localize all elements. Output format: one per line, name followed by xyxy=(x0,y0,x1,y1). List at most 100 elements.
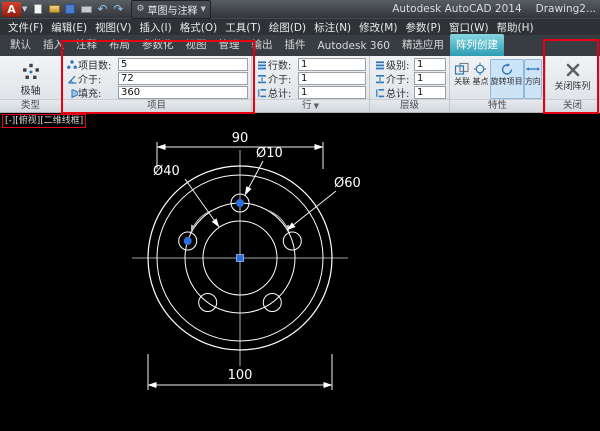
chevron-down-icon: ▼ xyxy=(22,5,28,13)
menu-modify[interactable]: 修改(M) xyxy=(355,20,401,35)
autocad-window: A ▼ ↶ ↷ ⚙ 草图与注释 ▼ Autodesk AutoCAD 2014 D… xyxy=(0,0,600,431)
panel-label-type[interactable]: 类型 xyxy=(0,99,61,112)
new-file-button[interactable] xyxy=(31,2,45,16)
fill-angle-icon xyxy=(65,87,78,99)
tab-insert[interactable]: 插入 xyxy=(37,34,70,56)
printer-icon xyxy=(80,5,92,13)
level-count-icon xyxy=(373,59,386,71)
panel-rows: 行数: 介于: 总计: 行▼ xyxy=(252,56,370,112)
menu-draw[interactable]: 绘图(D) xyxy=(265,20,310,35)
panel-label-items[interactable]: 项目 xyxy=(62,99,251,112)
rotate-items-button[interactable]: 旋转项目 xyxy=(489,59,524,99)
title-bar: A ▼ ↶ ↷ ⚙ 草图与注释 ▼ Autodesk AutoCAD 2014 D… xyxy=(0,0,600,19)
tab-plugins[interactable]: 插件 xyxy=(279,34,312,56)
tab-manage[interactable]: 管理 xyxy=(213,34,246,56)
panel-type: 极轴 类型 xyxy=(0,56,62,112)
center-grip[interactable] xyxy=(236,254,244,262)
panel-label-levels[interactable]: 层级 xyxy=(370,99,449,112)
open-file-button[interactable] xyxy=(47,2,61,16)
ribbon: 极轴 类型 项目数: 介于: xyxy=(0,56,600,113)
tab-featured-apps[interactable]: 精选应用 xyxy=(396,34,450,56)
chevron-down-icon: ▼ xyxy=(313,102,319,110)
redo-icon: ↷ xyxy=(113,2,124,16)
polar-button-label: 极轴 xyxy=(20,86,41,97)
panel-label-rows[interactable]: 行 ▼ xyxy=(252,99,369,112)
item-count-input[interactable] xyxy=(118,58,248,71)
leader-d60[interactable]: Ø60 xyxy=(286,176,361,231)
tab-layout[interactable]: 布局 xyxy=(103,34,136,56)
row-count-label: 行数: xyxy=(268,61,292,72)
undo-button[interactable]: ↶ xyxy=(95,2,109,16)
menu-file[interactable]: 文件(F) xyxy=(4,20,47,35)
polar-array-icon xyxy=(22,63,39,79)
field-angle-between: 介于: xyxy=(65,72,248,86)
open-folder-icon xyxy=(48,5,60,13)
panel-levels: 级别: 介于: 总计: 层级 xyxy=(370,56,450,112)
tab-home[interactable]: 默认 xyxy=(4,34,37,56)
item-grip-top[interactable] xyxy=(236,199,244,207)
angle-between-input[interactable] xyxy=(118,72,248,85)
save-icon xyxy=(65,4,76,14)
model-space-canvas[interactable]: 90 100 Ø40 Ø10 Ø60 [-][俯视][二维线框] xyxy=(0,113,600,431)
cad-drawing[interactable]: 90 100 Ø40 Ø10 Ø60 xyxy=(0,113,600,431)
close-array-button[interactable]: 关闭阵列 xyxy=(549,58,596,92)
associative-icon xyxy=(455,62,469,75)
dim-100-text: 100 xyxy=(228,368,253,383)
workspace-label: 草图与注释 xyxy=(147,5,198,17)
tab-autodesk-360[interactable]: Autodesk 360 xyxy=(312,37,396,56)
label-d10-text: Ø10 xyxy=(256,146,283,161)
chevron-down-icon: ▼ xyxy=(200,5,206,13)
item-grip-left[interactable] xyxy=(183,237,192,245)
direction-icon xyxy=(525,67,541,71)
item-count-icon xyxy=(65,59,78,71)
fill-angle-input[interactable] xyxy=(118,86,248,99)
tab-output[interactable]: 输出 xyxy=(246,34,279,56)
row-total-icon xyxy=(255,87,268,99)
row-total-input[interactable] xyxy=(298,86,366,99)
panel-label-properties[interactable]: 特性 xyxy=(450,99,545,112)
menu-format[interactable]: 格式(O) xyxy=(176,20,221,35)
field-fill-angle: 填充: xyxy=(65,86,248,99)
level-spacing-input[interactable] xyxy=(414,72,446,85)
level-count-input[interactable] xyxy=(414,58,446,71)
field-row-spacing: 介于: xyxy=(255,72,366,86)
menu-window[interactable]: 窗口(W) xyxy=(445,20,493,35)
menu-edit[interactable]: 编辑(E) xyxy=(47,20,91,35)
app-menu-button[interactable]: A xyxy=(2,1,21,17)
redo-button[interactable]: ↷ xyxy=(111,2,125,16)
plot-button[interactable] xyxy=(79,2,93,16)
tab-annotate[interactable]: 注释 xyxy=(70,34,103,56)
base-point-button[interactable]: 基点 xyxy=(471,59,489,99)
row-count-input[interactable] xyxy=(298,58,366,71)
level-total-input[interactable] xyxy=(414,86,446,99)
workspace-switcher[interactable]: ⚙ 草图与注释 ▼ xyxy=(131,0,211,19)
leader-d10[interactable]: Ø10 xyxy=(244,146,283,196)
associative-button[interactable]: 关联 xyxy=(453,59,471,99)
tab-parametric[interactable]: 参数化 xyxy=(136,34,180,56)
menu-view[interactable]: 视图(V) xyxy=(91,20,135,35)
polar-array-type-button[interactable]: 极轴 xyxy=(3,58,58,97)
row-count-icon xyxy=(255,59,268,71)
panel-items: 项目数: 介于: 填充: 项目 xyxy=(62,56,252,112)
level-total-label: 总计: xyxy=(386,89,410,99)
menu-parametric[interactable]: 参数(P) xyxy=(401,20,445,35)
row-spacing-icon xyxy=(255,73,268,85)
save-button[interactable] xyxy=(63,2,77,16)
tab-array-creation[interactable]: 阵列创建 xyxy=(449,34,504,56)
menu-help[interactable]: 帮助(H) xyxy=(493,20,538,35)
menu-dimension[interactable]: 标注(N) xyxy=(310,20,355,35)
rotate-items-icon xyxy=(501,63,512,75)
row-spacing-input[interactable] xyxy=(298,72,366,85)
panel-label-close[interactable]: 关闭 xyxy=(546,99,599,112)
menu-bar: 文件(F) 编辑(E) 视图(V) 插入(I) 格式(O) 工具(T) 绘图(D… xyxy=(0,18,600,35)
level-total-icon xyxy=(373,87,386,99)
menu-tools[interactable]: 工具(T) xyxy=(221,20,265,35)
level-spacing-icon xyxy=(373,73,386,85)
tab-view[interactable]: 视图 xyxy=(180,34,213,56)
direction-button[interactable]: 方向 xyxy=(523,59,542,99)
menu-insert[interactable]: 插入(I) xyxy=(135,20,175,35)
field-level-count: 级别: xyxy=(373,58,446,72)
field-level-total: 总计: xyxy=(373,86,446,99)
viewport-controls[interactable]: [-][俯视][二维线框] xyxy=(2,114,87,128)
field-row-total: 总计: xyxy=(255,86,366,99)
